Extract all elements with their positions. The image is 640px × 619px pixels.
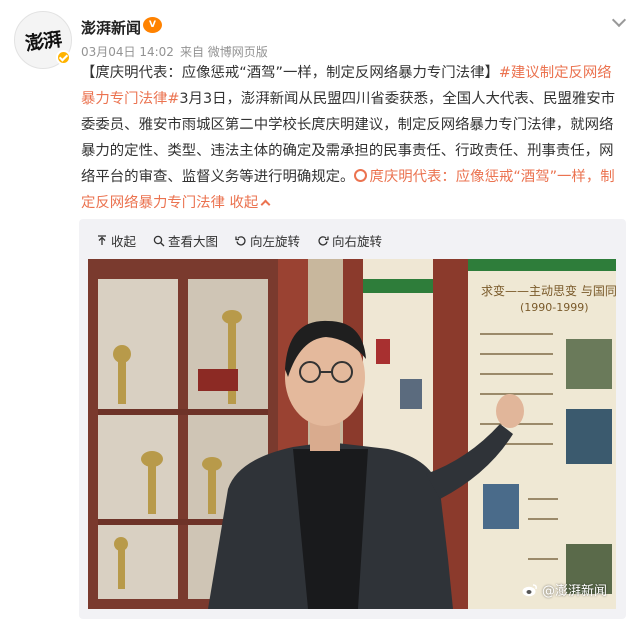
chevron-up-icon	[260, 199, 271, 210]
rotate-right-icon	[318, 235, 329, 245]
rotate-right-label: 向右旋转	[332, 234, 383, 249]
chevron-down-icon[interactable]	[611, 12, 627, 28]
link-icon	[354, 169, 368, 182]
collapse-up-icon	[98, 234, 106, 245]
author-name[interactable]: 澎湃新闻	[81, 17, 141, 38]
rotate-left-icon	[235, 235, 246, 245]
news-photo-image: 求变——主动思变 与国同兴 (1990-1999)	[88, 259, 616, 609]
weibo-logo-icon	[522, 583, 537, 596]
collapse-media-label: 收起	[111, 234, 137, 249]
post-date[interactable]: 03月04日 14:02	[81, 43, 174, 60]
media-toolbar: 收起 查看大图 向左旋转 向右旋转	[96, 231, 382, 250]
collapse-media-button[interactable]: 收起	[96, 231, 136, 250]
vip-badge-icon[interactable]: V	[143, 17, 162, 33]
post-text: 【庹庆明代表：应像惩戒“酒驾”一样，制定反网络暴力专门法律】#建议制定反网络暴力…	[81, 60, 623, 216]
view-large-label: 查看大图	[168, 234, 219, 249]
photo-watermark: @澎湃新闻	[522, 580, 607, 599]
post-meta: 03月04日 14:02 来自 微博网页版	[81, 43, 268, 60]
avatar-logo: 澎湃	[23, 28, 63, 55]
media-card: 收起 查看大图 向左旋转 向右旋转 求变——主动思变 与国同兴 (1990-19…	[79, 219, 626, 619]
rotate-right-button[interactable]: 向右旋转	[317, 231, 382, 250]
rotate-left-label: 向左旋转	[250, 234, 301, 249]
verified-badge-icon	[56, 50, 71, 65]
rotate-left-button[interactable]: 向左旋转	[235, 231, 300, 250]
board-heading: 求变——主动思变 与国同兴	[481, 283, 616, 298]
board-years: (1990-1999)	[520, 301, 589, 314]
watermark-text: @澎湃新闻	[541, 584, 607, 599]
collapse-text-button[interactable]: 收起	[229, 195, 271, 211]
news-photo[interactable]: 求变——主动思变 与国同兴 (1990-1999) @澎湃新闻	[88, 259, 616, 609]
view-large-button[interactable]: 查看大图	[153, 231, 218, 250]
search-icon	[153, 235, 165, 246]
collapse-text-label: 收起	[229, 195, 259, 211]
post-source: 来自 微博网页版	[179, 45, 268, 59]
post-title: 【庹庆明代表：应像惩戒“酒驾”一样，制定反网络暴力专门法律】	[81, 65, 499, 81]
